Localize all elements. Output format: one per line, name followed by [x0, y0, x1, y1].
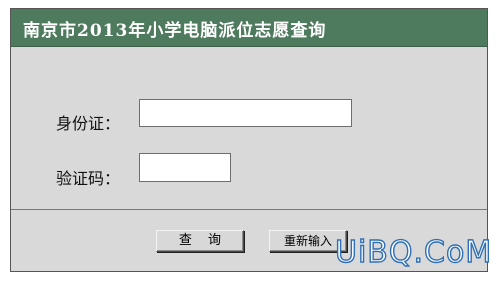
captcha-input[interactable]	[139, 153, 231, 182]
query-panel: 南京市2013年小学电脑派位志愿查询 身份证： 验证码： 查 询 重新输入	[10, 8, 488, 272]
form-area: 身份证： 验证码：	[11, 47, 487, 209]
page-title: 南京市2013年小学电脑派位志愿查询	[23, 21, 327, 41]
captcha-label: 验证码：	[56, 169, 121, 188]
id-number-input[interactable]	[139, 99, 352, 127]
site-watermark-logo: UiBQ.CoM	[334, 235, 493, 270]
header-bar: 南京市2013年小学电脑派位志愿查询	[11, 9, 487, 47]
form-divider	[11, 209, 487, 210]
query-button[interactable]: 查 询	[156, 230, 244, 252]
id-number-label: 身份证：	[56, 114, 121, 133]
